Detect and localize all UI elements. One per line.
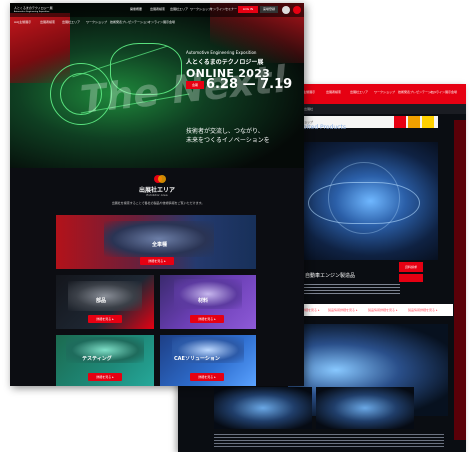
nav-item[interactable]: オンライン展示会場 <box>148 20 175 24</box>
card-label: テスティング <box>82 356 112 362</box>
register-button[interactable]: 来場登録 <box>260 6 278 13</box>
hero-eyebrow: Automotive Engineering Exposition <box>186 50 257 55</box>
side-panel <box>454 120 466 440</box>
detail-link[interactable]: 製品情報詳細を見る ▸ <box>368 308 397 312</box>
category-card-cae[interactable]: CAEソリューション 詳細を見る ▸ <box>160 335 256 386</box>
headlight-lens-shape <box>328 162 400 234</box>
tab-swatch-orange[interactable] <box>408 116 420 128</box>
card-detail-button[interactable]: 詳細を見る ▸ <box>190 315 224 323</box>
category-card-testing[interactable]: テスティング 詳細を見る ▸ <box>56 335 154 386</box>
category-card-all[interactable]: 全車種 詳細を見る ▸ <box>56 215 256 269</box>
product-description <box>290 282 400 296</box>
product-image <box>288 142 438 260</box>
section-subtitle: Exhibitor Area <box>146 193 168 197</box>
menu-item[interactable]: 出展社エリア <box>170 7 188 11</box>
card-detail-button[interactable]: 詳細を見る ▸ <box>88 373 122 381</box>
login-button[interactable]: LOG IN <box>238 6 258 13</box>
card-label: 材料 <box>198 298 209 304</box>
nav-item[interactable]: ワークショップ <box>374 90 395 94</box>
hero-title: 人とくるまのテクノロジー展 <box>186 59 264 66</box>
tagline-line2: 未来をつくるイノベーションを <box>186 137 270 144</box>
menu-item[interactable]: 開催概要 <box>130 7 142 11</box>
top-bar: 人とくるまのテクノロジー展 Automotive Engineering Exp… <box>10 3 304 17</box>
hero-tagline: 技術者が交流し、つながり、 未来をつくるイノベーションを <box>186 127 270 145</box>
nav-item[interactable]: 出展社エリア <box>350 90 368 94</box>
product-notes <box>214 432 444 448</box>
nav-item[interactable]: 出展社エリア <box>62 20 80 24</box>
logo-line2: Automotive Engineering Exposition <box>14 11 50 13</box>
menu-item[interactable]: ワークショップ <box>190 7 211 11</box>
secondary-tag-button[interactable] <box>399 274 423 282</box>
section-description: 出展社を検索することで各社の製品や技術情報をご覧いただけます。 <box>111 201 205 205</box>
card-detail-button[interactable]: 詳細を見る ▸ <box>190 373 224 381</box>
menu-item[interactable]: 出展者検索 <box>150 7 165 11</box>
card-image <box>104 221 214 257</box>
section-logo-icon-overlay <box>158 175 166 183</box>
tab-swatch-red[interactable] <box>394 116 406 128</box>
request-tag-button[interactable]: 資料請求 <box>399 262 423 272</box>
menu-item[interactable]: オンラインセミナー <box>210 7 237 11</box>
category-card-parts[interactable]: 部品 詳細を見る ▸ <box>56 275 154 329</box>
detail-link[interactable]: 製品情報詳細を見る ▸ <box>328 308 357 312</box>
nav-item[interactable]: オンライン展示会場 <box>430 90 457 94</box>
card-label: CAEソリューション <box>174 356 220 362</box>
menu-icon[interactable] <box>293 6 301 14</box>
date-badge: 会期 <box>186 81 204 89</box>
tagline-line1: 技術者が交流し、つながり、 <box>186 128 264 135</box>
card-label: 部品 <box>96 298 107 304</box>
site-logo[interactable]: 人とくるまのテクノロジー展 Automotive Engineering Exp… <box>14 6 64 14</box>
tab-swatch-yellow[interactable] <box>422 116 434 128</box>
card-image <box>68 281 142 311</box>
card-detail-button[interactable]: 詳細を見る ▸ <box>88 315 122 323</box>
product-image-thumb-2[interactable] <box>316 387 414 429</box>
nav-item[interactable]: AAJ主催展示 <box>14 20 31 24</box>
hero-date: 6.28 — 7.19 <box>206 77 293 92</box>
nav-item[interactable]: 技術発表プレゼンテーション <box>110 20 149 24</box>
breadcrumb-item[interactable]: 出展社 <box>304 107 313 111</box>
card-image <box>174 279 242 309</box>
user-avatar-icon[interactable] <box>282 6 290 14</box>
nav-item[interactable]: ワークショップ <box>86 20 107 24</box>
product-image-thumb-1[interactable] <box>214 387 312 429</box>
category-card-materials[interactable]: 材料 詳細を見る ▸ <box>160 275 256 329</box>
detail-link[interactable]: 製品情報詳細を見る ▸ <box>408 308 437 312</box>
nav-item[interactable]: 出展者検索 <box>326 90 341 94</box>
landing-page-window: The Next! 人とくるまのテクノロジー展 Automotive Engin… <box>10 3 304 386</box>
nav-item[interactable]: 出展者検索 <box>40 20 55 24</box>
card-detail-button[interactable]: 詳細を見る ▸ <box>140 257 174 265</box>
card-label: 全車種 <box>152 242 168 248</box>
